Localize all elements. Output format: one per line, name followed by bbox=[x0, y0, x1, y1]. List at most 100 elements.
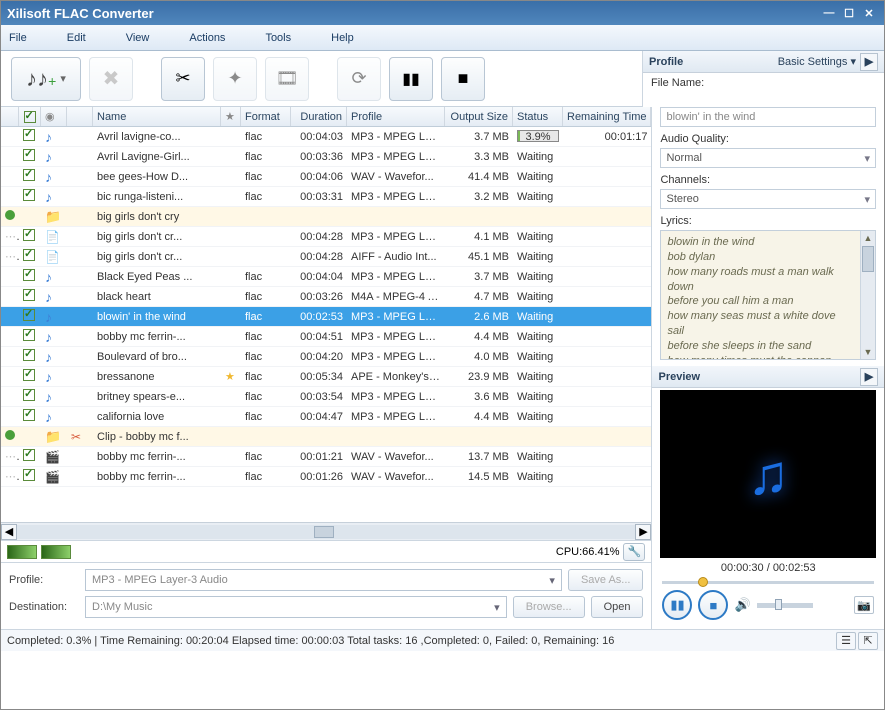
row-checkbox[interactable] bbox=[23, 289, 35, 301]
file-duration: 00:04:06 bbox=[291, 171, 347, 183]
row-checkbox[interactable] bbox=[23, 149, 35, 161]
file-format: flac bbox=[241, 451, 291, 463]
refresh-button[interactable]: ⟳ bbox=[337, 57, 381, 101]
file-size: 4.1 MB bbox=[445, 231, 513, 243]
lyrics-scrollbar[interactable]: ▲▼ bbox=[860, 231, 875, 359]
snapshot-button[interactable]: 📷 bbox=[854, 596, 874, 614]
cpu-settings-button[interactable]: 🔧 bbox=[623, 543, 645, 561]
row-checkbox[interactable] bbox=[23, 449, 35, 461]
table-row[interactable]: ♪bressanone★flac00:05:34APE - Monkey's .… bbox=[1, 367, 651, 387]
col-remaining[interactable]: Remaining Time bbox=[563, 107, 651, 126]
table-row[interactable]: 📁✂Clip - bobby mc f... bbox=[1, 427, 651, 447]
scroll-thumb[interactable] bbox=[314, 526, 334, 538]
table-row[interactable]: ♪Avril lavigne-co...flac00:04:03MP3 - MP… bbox=[1, 127, 651, 147]
table-row[interactable]: ♪blowin' in the windflac00:02:53MP3 - MP… bbox=[1, 307, 651, 327]
add-file-button[interactable]: ♪♪+ ▾ bbox=[11, 57, 81, 101]
profile-combo[interactable]: MP3 - MPEG Layer-3 Audio bbox=[85, 569, 562, 591]
table-row[interactable]: ⋯🎬bobby mc ferrin-...flac00:01:21WAV - W… bbox=[1, 447, 651, 467]
row-checkbox[interactable] bbox=[23, 369, 35, 381]
play-button[interactable]: ▮▮ bbox=[662, 590, 692, 620]
minimize-button[interactable]: — bbox=[820, 5, 838, 21]
table-row[interactable]: ♪britney spears-e...flac00:03:54MP3 - MP… bbox=[1, 387, 651, 407]
col-output[interactable]: Output Size bbox=[445, 107, 513, 126]
row-checkbox[interactable] bbox=[23, 469, 35, 481]
col-name[interactable]: Name bbox=[93, 107, 221, 126]
status-export-button[interactable]: ⇱ bbox=[858, 632, 878, 650]
row-checkbox[interactable] bbox=[23, 389, 35, 401]
row-checkbox[interactable] bbox=[23, 229, 35, 241]
menu-actions[interactable]: Actions bbox=[189, 32, 225, 44]
clip-button[interactable]: 🎞 bbox=[265, 57, 309, 101]
row-checkbox[interactable] bbox=[23, 349, 35, 361]
row-checkbox[interactable] bbox=[23, 129, 35, 141]
scroll-left-button[interactable]: ◀ bbox=[1, 524, 17, 540]
profile-expand-button[interactable]: ▶ bbox=[860, 53, 878, 71]
delete-button[interactable]: ✖ bbox=[89, 57, 133, 101]
volume-icon[interactable]: 🔊 bbox=[734, 597, 750, 613]
table-row[interactable]: ♪black heartflac00:03:26M4A - MPEG-4 A..… bbox=[1, 287, 651, 307]
seek-thumb[interactable] bbox=[698, 577, 708, 587]
close-button[interactable]: ✕ bbox=[860, 5, 878, 21]
row-checkbox[interactable] bbox=[23, 309, 35, 321]
file-duration: 00:01:26 bbox=[291, 471, 347, 483]
open-button[interactable]: Open bbox=[591, 596, 644, 618]
music-add-icon: ♪♪+ bbox=[26, 66, 56, 92]
table-row[interactable]: ♪bobby mc ferrin-...flac00:04:51MP3 - MP… bbox=[1, 327, 651, 347]
header-checkbox[interactable] bbox=[24, 111, 36, 123]
destination-combo[interactable]: D:\My Music bbox=[85, 596, 507, 618]
expand-toggle[interactable] bbox=[5, 430, 15, 440]
table-row[interactable]: ⋯🎬bobby mc ferrin-...flac00:01:26WAV - W… bbox=[1, 467, 651, 487]
volume-slider[interactable] bbox=[757, 603, 813, 608]
channels-combo[interactable]: Stereo bbox=[660, 189, 876, 209]
table-row[interactable]: ⋯📄big girls don't cr...00:04:28AIFF - Au… bbox=[1, 247, 651, 267]
stop-button[interactable]: ■ bbox=[441, 57, 485, 101]
row-checkbox[interactable] bbox=[23, 169, 35, 181]
row-checkbox[interactable] bbox=[23, 409, 35, 421]
status-list-button[interactable]: ☰ bbox=[836, 632, 856, 650]
col-profile[interactable]: Profile bbox=[347, 107, 445, 126]
menu-file[interactable]: File bbox=[9, 32, 27, 44]
menu-help[interactable]: Help bbox=[331, 32, 354, 44]
table-row[interactable]: ♪Avril Lavigne-Girl...flac00:03:36MP3 - … bbox=[1, 147, 651, 167]
menu-tools[interactable]: Tools bbox=[265, 32, 291, 44]
menu-view[interactable]: View bbox=[126, 32, 150, 44]
col-format[interactable]: Format bbox=[241, 107, 291, 126]
effects-button[interactable]: ✦ bbox=[213, 57, 257, 101]
seek-slider[interactable] bbox=[662, 578, 874, 586]
volume-thumb[interactable] bbox=[775, 599, 782, 610]
filename-input[interactable] bbox=[660, 107, 876, 127]
table-row[interactable]: ♪california loveflac00:04:47MP3 - MPEG L… bbox=[1, 407, 651, 427]
row-checkbox[interactable] bbox=[23, 329, 35, 341]
horizontal-scrollbar[interactable]: ◀ ▶ bbox=[1, 522, 651, 540]
quality-combo[interactable]: Normal bbox=[660, 148, 876, 168]
expand-toggle[interactable] bbox=[5, 210, 15, 220]
preview-expand-button[interactable]: ▶ bbox=[860, 368, 878, 386]
file-status: Waiting bbox=[513, 331, 563, 343]
table-row[interactable]: ♪Boulevard of bro...flac00:04:20MP3 - MP… bbox=[1, 347, 651, 367]
menu-edit[interactable]: Edit bbox=[67, 32, 86, 44]
file-status: Waiting bbox=[513, 351, 563, 363]
col-status[interactable]: Status bbox=[513, 107, 563, 126]
file-list[interactable]: ♪Avril lavigne-co...flac00:04:03MP3 - MP… bbox=[1, 127, 651, 522]
file-profile: MP3 - MPEG Lay... bbox=[347, 191, 445, 203]
lyrics-box[interactable]: blowin in the wind bob dylan how many ro… bbox=[660, 230, 876, 360]
file-duration: 00:03:26 bbox=[291, 291, 347, 303]
col-duration[interactable]: Duration bbox=[291, 107, 347, 126]
row-checkbox[interactable] bbox=[23, 189, 35, 201]
scroll-right-button[interactable]: ▶ bbox=[635, 524, 651, 540]
table-row[interactable]: ♪Black Eyed Peas ...flac00:04:04MP3 - MP… bbox=[1, 267, 651, 287]
cut-button[interactable]: ✂ bbox=[161, 57, 205, 101]
table-row[interactable]: 📁big girls don't cry bbox=[1, 207, 651, 227]
player-stop-button[interactable]: ■ bbox=[698, 590, 728, 620]
row-checkbox[interactable] bbox=[23, 249, 35, 261]
row-checkbox[interactable] bbox=[23, 269, 35, 281]
save-as-button[interactable]: Save As... bbox=[568, 569, 644, 591]
browse-button[interactable]: Browse... bbox=[513, 596, 585, 618]
basic-settings-link[interactable]: Basic Settings ▾ bbox=[778, 55, 856, 68]
favorite-icon[interactable]: ★ bbox=[225, 371, 235, 383]
table-row[interactable]: ♪bee gees-How D...flac00:04:06WAV - Wave… bbox=[1, 167, 651, 187]
table-row[interactable]: ♪bic runga-listeni...flac00:03:31MP3 - M… bbox=[1, 187, 651, 207]
table-row[interactable]: ⋯📄big girls don't cr...00:04:28MP3 - MPE… bbox=[1, 227, 651, 247]
maximize-button[interactable]: ☐ bbox=[840, 5, 858, 21]
pause-button[interactable]: ▮▮ bbox=[389, 57, 433, 101]
